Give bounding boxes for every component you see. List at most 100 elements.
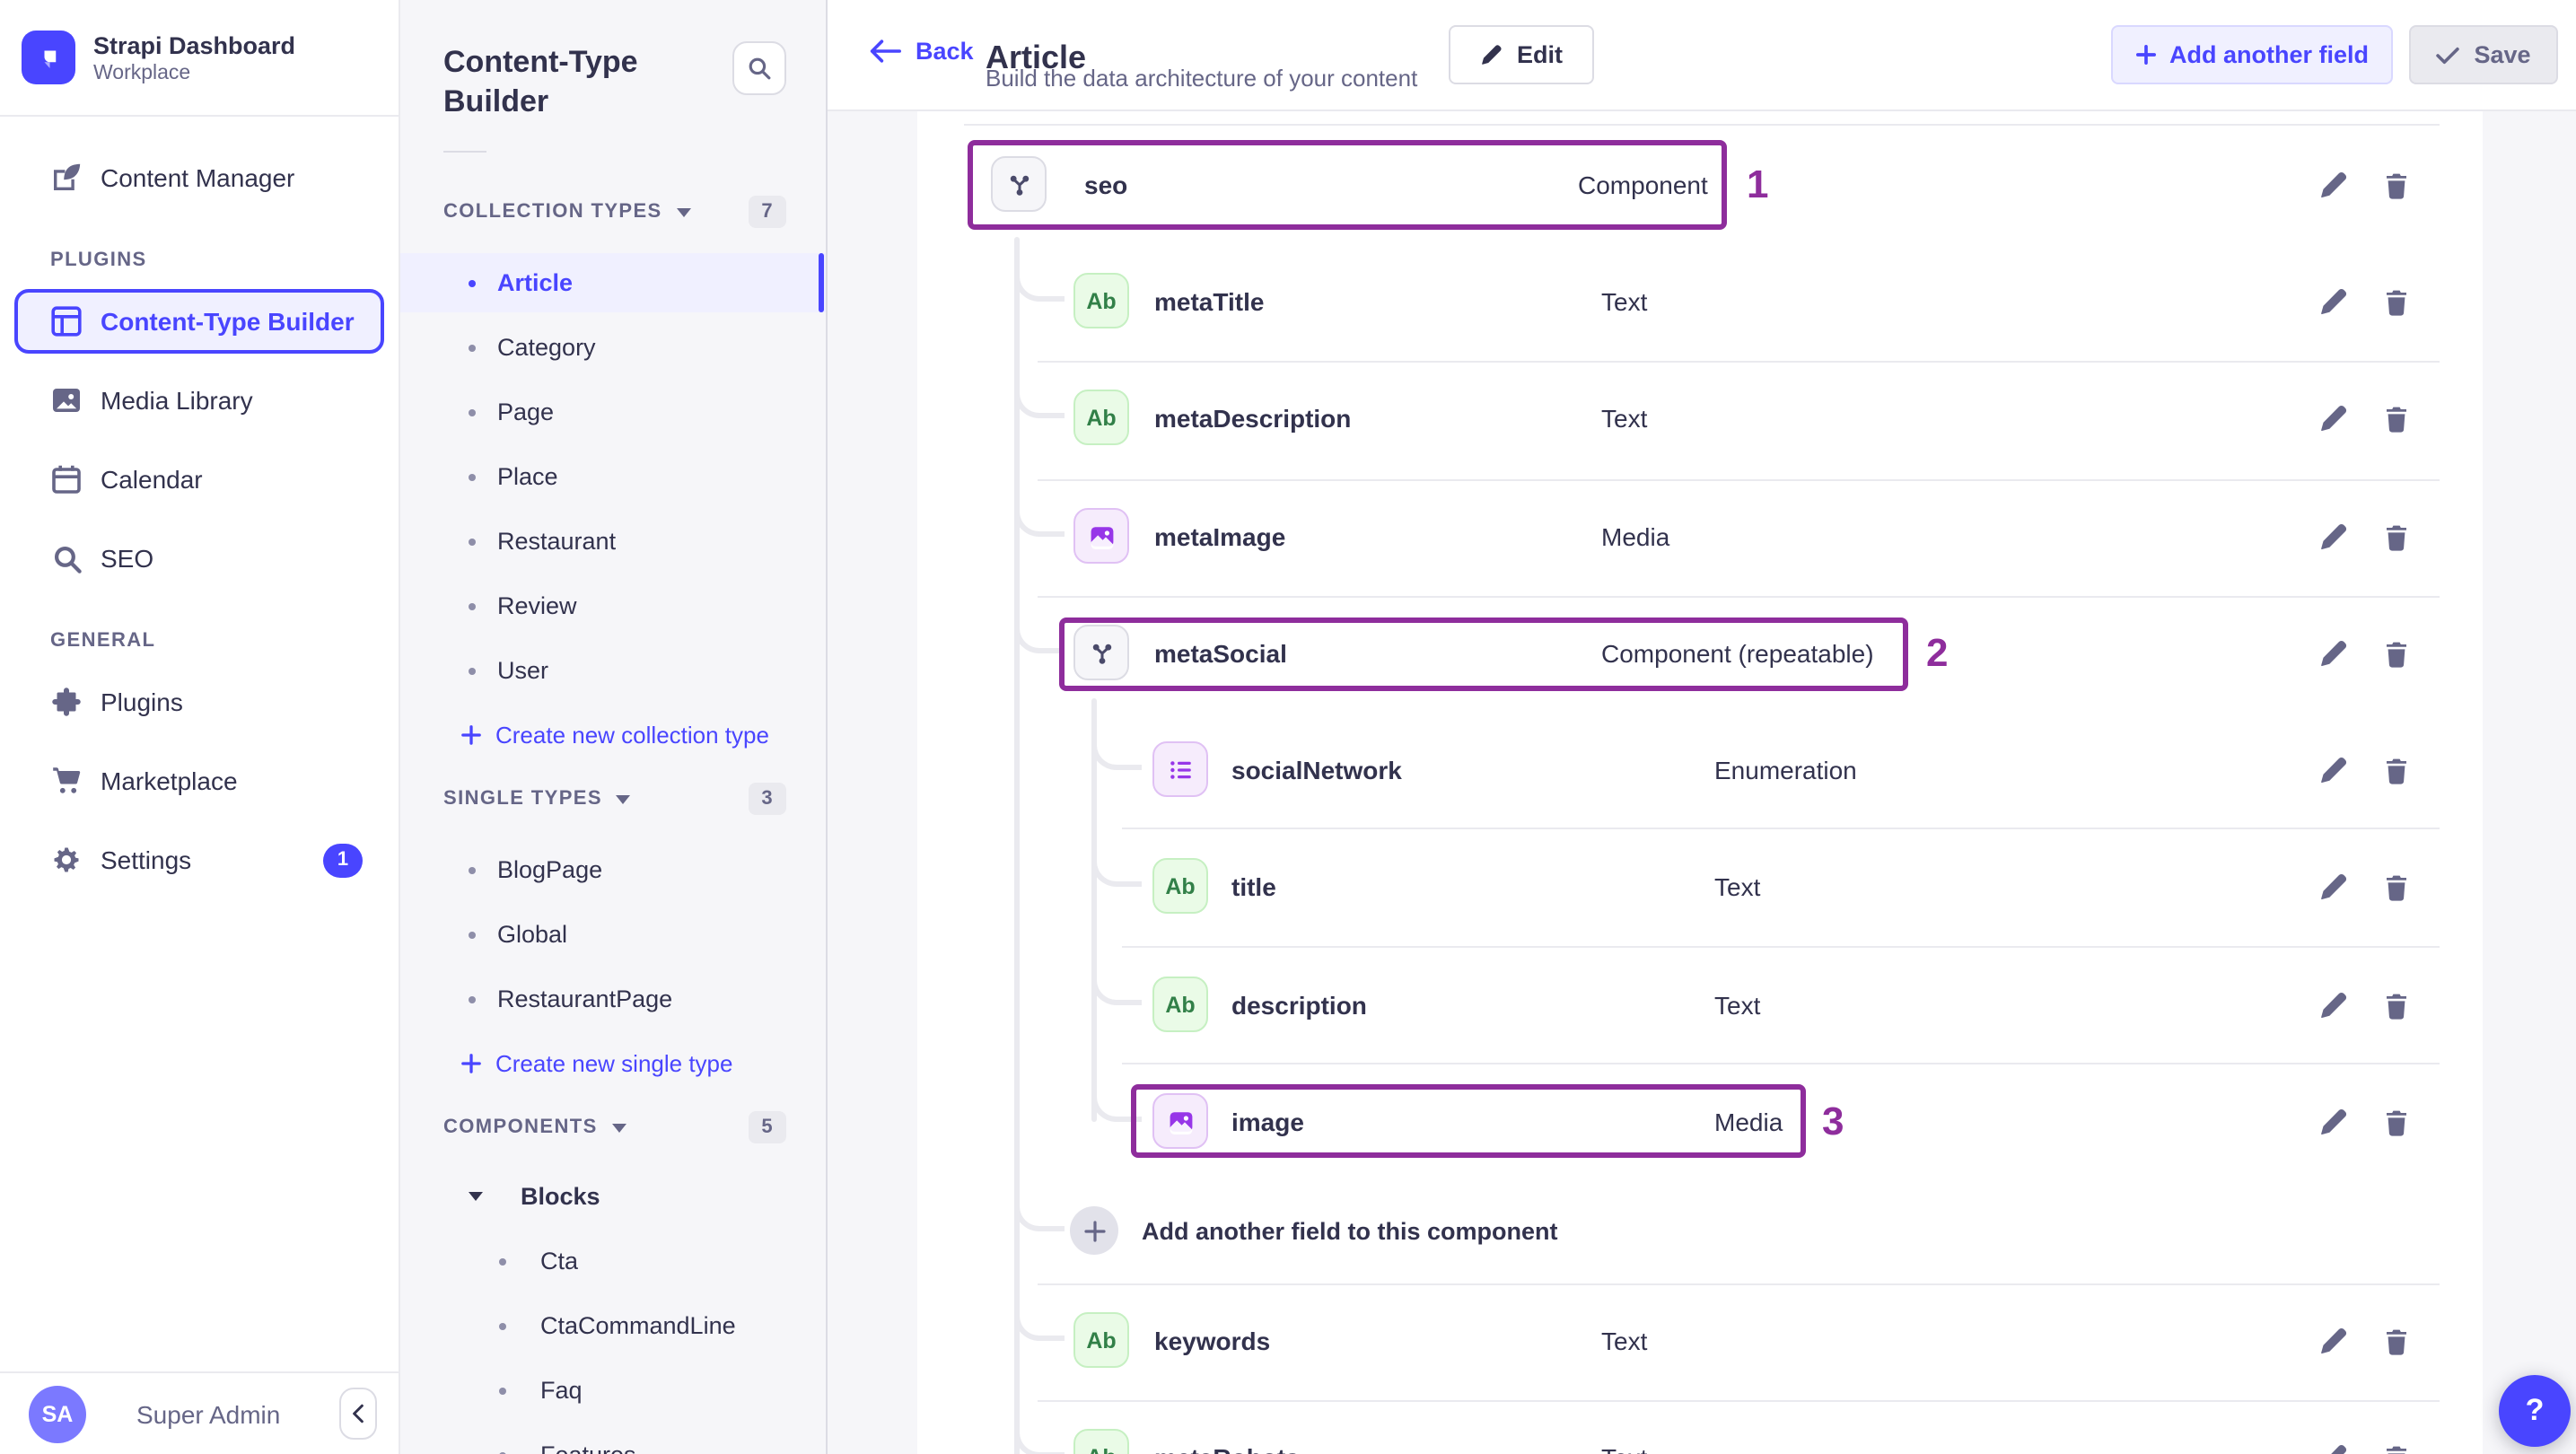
sidebar-item-place[interactable]: Place bbox=[400, 447, 826, 506]
field-name: metaRobots bbox=[1154, 1443, 1300, 1454]
sidebar-item-user[interactable]: User bbox=[400, 641, 826, 700]
nav-item-calendar[interactable]: Calendar bbox=[14, 447, 384, 512]
field-row-metarobots[interactable]: Ab metaRobots Text bbox=[917, 1418, 2483, 1454]
content-type-builder-icon bbox=[50, 305, 83, 337]
field-row-socialnetwork[interactable]: socialNetwork Enumeration bbox=[917, 731, 2483, 810]
sidebar-item-category[interactable]: Category bbox=[400, 318, 826, 377]
sidebar-item-restaurantpage[interactable]: RestaurantPage bbox=[400, 969, 826, 1029]
edit-field-button[interactable] bbox=[2318, 755, 2348, 785]
sidebar-item-features[interactable]: Features bbox=[400, 1425, 826, 1454]
field-row-image[interactable]: image Media bbox=[917, 1082, 2483, 1161]
field-row-metatitle[interactable]: Ab metaTitle Text bbox=[917, 262, 2483, 341]
field-row-keywords[interactable]: Ab keywords Text bbox=[917, 1301, 2483, 1380]
field-name: seo bbox=[1084, 171, 1128, 199]
delete-field-button[interactable] bbox=[2382, 403, 2413, 434]
sidebar-item-blogpage[interactable]: BlogPage bbox=[400, 840, 826, 899]
sidebar-item-faq[interactable]: Faq bbox=[400, 1361, 826, 1420]
search-icon bbox=[749, 57, 771, 80]
row-divider bbox=[1038, 479, 2440, 481]
group-header-components[interactable]: COMPONENTS 5 bbox=[443, 1111, 786, 1143]
chevron-down-icon bbox=[611, 1123, 626, 1132]
settings-notification-badge: 1 bbox=[323, 843, 363, 877]
sidebar-item-page[interactable]: Page bbox=[400, 382, 826, 442]
bullet-icon bbox=[469, 344, 476, 351]
sidebar-item-cta[interactable]: Cta bbox=[400, 1231, 826, 1291]
main-body: seo Component Ab metaTitle Text Ab metaD… bbox=[828, 111, 2576, 1454]
field-row-description[interactable]: Ab description Text bbox=[917, 966, 2483, 1045]
component-group-blocks[interactable]: Blocks bbox=[400, 1167, 826, 1226]
save-button[interactable]: Save bbox=[2409, 25, 2558, 84]
edit-field-button[interactable] bbox=[2318, 403, 2348, 434]
nav-item-content-manager[interactable]: Content Manager bbox=[14, 145, 384, 210]
item-label: Faq bbox=[540, 1377, 583, 1404]
bullet-icon bbox=[499, 1257, 506, 1265]
nav-item-plugins[interactable]: Plugins bbox=[14, 670, 384, 734]
field-row-title[interactable]: Ab title Text bbox=[917, 847, 2483, 926]
field-name: description bbox=[1231, 991, 1367, 1020]
delete-field-button[interactable] bbox=[2382, 755, 2413, 785]
delete-field-button[interactable] bbox=[2382, 286, 2413, 317]
delete-field-button[interactable] bbox=[2382, 170, 2413, 200]
plus-circle-icon bbox=[1070, 1206, 1118, 1255]
group-count-badge: 5 bbox=[749, 1111, 786, 1143]
item-label: RestaurantPage bbox=[497, 985, 673, 1012]
delete-field-button[interactable] bbox=[2382, 1326, 2413, 1356]
nav-item-media-library[interactable]: Media Library bbox=[14, 368, 384, 433]
field-type: Text bbox=[1601, 287, 1648, 316]
group-header-single-types[interactable]: SINGLE TYPES 3 bbox=[443, 783, 786, 815]
edit-field-button[interactable] bbox=[2318, 1442, 2348, 1454]
search-button[interactable] bbox=[732, 41, 786, 95]
page-subtitle: Build the data architecture of your cont… bbox=[986, 65, 1418, 92]
delete-field-button[interactable] bbox=[2382, 638, 2413, 669]
edit-label: Edit bbox=[1517, 41, 1563, 68]
delete-field-button[interactable] bbox=[2382, 1442, 2413, 1454]
plus-icon bbox=[461, 1054, 481, 1073]
edit-field-button[interactable] bbox=[2318, 872, 2348, 902]
add-another-field-button[interactable]: Add another field bbox=[2111, 25, 2393, 84]
nav-item-seo[interactable]: SEO bbox=[14, 526, 384, 591]
create-collection-type-link[interactable]: Create new collection type bbox=[400, 705, 826, 765]
gear-icon bbox=[50, 844, 83, 876]
help-button[interactable]: ? bbox=[2499, 1375, 2571, 1447]
avatar[interactable]: SA bbox=[29, 1385, 86, 1442]
nav-item-marketplace[interactable]: Marketplace bbox=[14, 749, 384, 813]
back-link[interactable]: Back bbox=[869, 38, 974, 65]
group-header-collection-types[interactable]: COLLECTION TYPES 7 bbox=[443, 196, 786, 228]
sidebar-item-ctacommandline[interactable]: CtaCommandLine bbox=[400, 1296, 826, 1355]
create-single-type-link[interactable]: Create new single type bbox=[400, 1034, 826, 1093]
field-name: metaTitle bbox=[1154, 287, 1265, 316]
sidebar-item-global[interactable]: Global bbox=[400, 905, 826, 964]
nav-item-settings[interactable]: Settings 1 bbox=[14, 828, 384, 892]
field-row-seo[interactable]: seo Component bbox=[917, 145, 2483, 224]
nav-item-content-type-builder[interactable]: Content-Type Builder bbox=[14, 289, 384, 354]
sidebar-item-review[interactable]: Review bbox=[400, 576, 826, 635]
edit-field-button[interactable] bbox=[2318, 990, 2348, 1020]
trash-icon bbox=[2387, 1109, 2406, 1135]
field-row-metasocial[interactable]: metaSocial Component (repeatable) bbox=[917, 614, 2483, 693]
edit-field-button[interactable] bbox=[2318, 286, 2348, 317]
edit-field-button[interactable] bbox=[2318, 638, 2348, 669]
field-row-metadescription[interactable]: Ab metaDescription Text bbox=[917, 379, 2483, 458]
delete-field-button[interactable] bbox=[2382, 990, 2413, 1020]
item-label: CtaCommandLine bbox=[540, 1312, 736, 1339]
group-count-badge: 7 bbox=[749, 196, 786, 228]
bullet-icon bbox=[469, 995, 476, 1003]
field-type: Component bbox=[1578, 171, 1708, 199]
main-nav: Content Manager PLUGINS Content-Type Bui… bbox=[0, 117, 399, 892]
field-name: socialNetwork bbox=[1231, 756, 1402, 784]
edit-field-button[interactable] bbox=[2318, 1326, 2348, 1356]
delete-field-button[interactable] bbox=[2382, 872, 2413, 902]
delete-field-button[interactable] bbox=[2382, 521, 2413, 552]
sidebar-collapse-button[interactable] bbox=[339, 1388, 377, 1440]
edit-field-button[interactable] bbox=[2318, 170, 2348, 200]
sidebar-item-article[interactable]: Article bbox=[400, 253, 826, 312]
create-label: Create new collection type bbox=[495, 722, 769, 749]
add-field-to-component-button[interactable]: Add another field to this component bbox=[917, 1192, 2483, 1271]
field-row-metaimage[interactable]: metaImage Media bbox=[917, 497, 2483, 576]
sidebar-item-restaurant[interactable]: Restaurant bbox=[400, 512, 826, 571]
edit-field-button[interactable] bbox=[2318, 1107, 2348, 1137]
edit-button[interactable]: Edit bbox=[1449, 25, 1593, 84]
chevron-down-icon bbox=[676, 207, 691, 216]
delete-field-button[interactable] bbox=[2382, 1107, 2413, 1137]
edit-field-button[interactable] bbox=[2318, 521, 2348, 552]
